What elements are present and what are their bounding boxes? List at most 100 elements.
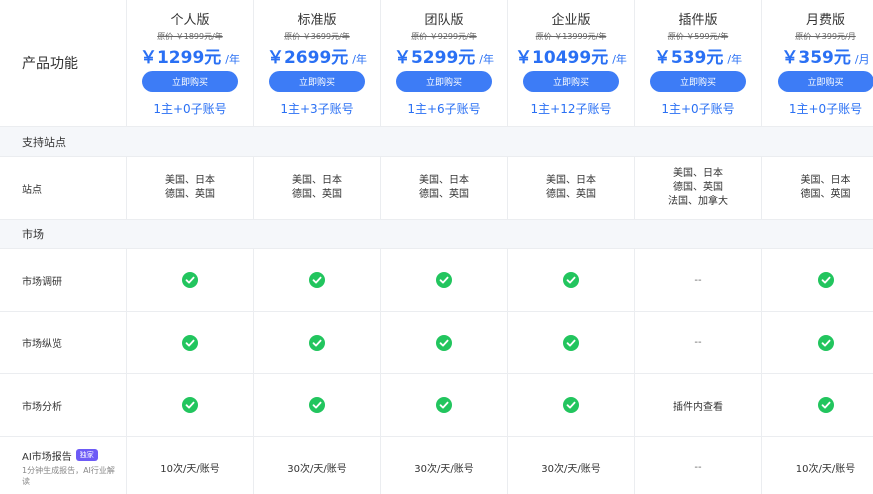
check-icon bbox=[563, 397, 579, 413]
buy-now-button[interactable]: 立即购买 bbox=[142, 71, 238, 92]
pricing-table: 产品功能 个人版 原价 ￥1899元/年 ￥1299元/年 立即购买 1主+0子… bbox=[0, 0, 873, 494]
price-period: /年 bbox=[727, 53, 743, 66]
plan-name: 标准版 bbox=[297, 13, 337, 28]
plan-price: ￥5299元 bbox=[393, 48, 476, 68]
row-description: 1分钟生成报告，AI行业解读 bbox=[22, 465, 115, 486]
row-label-cell: 市场纵览 bbox=[0, 312, 127, 373]
exclusive-badge: 独家 bbox=[75, 449, 98, 461]
price-period: /年 bbox=[612, 53, 627, 66]
original-price: 原价 ￥13999元/年 bbox=[535, 32, 607, 41]
plan-card-plugin: 插件版 原价 ￥599元/年 ￥539元/年 立即购买 1主+0子账号 bbox=[635, 0, 762, 126]
site-line: 美国、日本 bbox=[673, 168, 723, 179]
plan-card-enterprise: 企业版 原价 ￥13999元/年 ￥10499元/年 立即购买 1主+12子账号 bbox=[508, 0, 635, 126]
check-icon bbox=[436, 272, 452, 288]
buy-now-button[interactable]: 立即购买 bbox=[396, 71, 492, 92]
buy-now-button[interactable]: 立即购买 bbox=[269, 71, 365, 92]
value-cell bbox=[127, 249, 254, 311]
value-cell: 30次/天/账号 bbox=[381, 437, 508, 494]
check-icon bbox=[563, 272, 579, 288]
price-period: /年 bbox=[479, 53, 495, 66]
site-line: 法国、加拿大 bbox=[668, 196, 728, 207]
value-cell bbox=[508, 374, 635, 436]
check-icon bbox=[182, 397, 198, 413]
value-cell bbox=[127, 312, 254, 373]
row-label: 市场分析 bbox=[22, 401, 62, 413]
value-cell bbox=[762, 374, 873, 436]
site-line: 德国、英国 bbox=[419, 189, 469, 200]
row-label-cell: 市场分析 bbox=[0, 374, 127, 436]
price-period: /月 bbox=[854, 53, 870, 66]
plan-price: ￥359元 bbox=[781, 48, 851, 68]
value-cell bbox=[381, 312, 508, 373]
original-price: 原价 ￥3699元/年 bbox=[284, 32, 350, 41]
feature-header-cell: 产品功能 bbox=[0, 0, 127, 126]
account-quota: 1主+0子账号 bbox=[788, 102, 863, 116]
site-line: 德国、英国 bbox=[292, 189, 342, 200]
check-icon bbox=[309, 334, 325, 351]
feature-column-title: 产品功能 bbox=[22, 56, 78, 72]
row-label: 市场调研 bbox=[22, 276, 62, 288]
plan-price: ￥2699元 bbox=[266, 48, 349, 68]
plan-card-monthly: 月费版 原价 ￥399元/月 ￥359元/月 立即购买 1主+0子账号 bbox=[762, 0, 873, 126]
site-line: 德国、英国 bbox=[800, 189, 851, 200]
plan-card-standard: 标准版 原价 ￥3699元/年 ￥2699元/年 立即购买 1主+3子账号 bbox=[254, 0, 381, 126]
site-line: 德国、英国 bbox=[673, 182, 723, 193]
value-cell: 30次/天/账号 bbox=[508, 437, 635, 494]
check-icon bbox=[182, 272, 198, 288]
plan-price: ￥539元 bbox=[653, 48, 724, 68]
buy-now-button[interactable]: 立即购买 bbox=[650, 71, 746, 92]
site-line: 美国、日本 bbox=[165, 175, 215, 186]
plan-header-row: 产品功能 个人版 原价 ￥1899元/年 ￥1299元/年 立即购买 1主+0子… bbox=[0, 0, 873, 127]
value-cell bbox=[254, 312, 381, 373]
check-icon bbox=[309, 397, 325, 413]
plan-name: 插件版 bbox=[678, 13, 718, 28]
value-cell: 30次/天/账号 bbox=[254, 437, 381, 494]
plan-price: ￥1299元 bbox=[139, 48, 222, 68]
value-text: 10次/天/账号 bbox=[795, 463, 856, 475]
value-cell: 插件内查看 bbox=[635, 374, 762, 436]
plan-name: 个人版 bbox=[170, 13, 210, 28]
value-cell: 10次/天/账号 bbox=[127, 437, 254, 494]
not-available-text: -- bbox=[694, 274, 702, 286]
site-line: 美国、日本 bbox=[800, 175, 851, 186]
value-cell bbox=[762, 249, 873, 311]
site-cell: 美国、日本 德国、英国 bbox=[254, 157, 381, 219]
value-cell: 10次/天/账号 bbox=[762, 437, 873, 494]
account-quota: 1主+6子账号 bbox=[407, 102, 481, 116]
row-label: 站点 bbox=[22, 184, 42, 196]
table-row-research: 市场调研 -- bbox=[0, 249, 873, 312]
site-cell: 美国、日本 德国、英国 bbox=[381, 157, 508, 219]
table-row-analysis: 市场分析 插件内查看 bbox=[0, 374, 873, 437]
value-text: 10次/天/账号 bbox=[160, 463, 220, 475]
row-label-cell: 站点 bbox=[0, 157, 127, 219]
value-cell bbox=[508, 312, 635, 373]
check-icon bbox=[817, 272, 834, 288]
account-quota: 1主+3子账号 bbox=[280, 102, 354, 116]
account-quota: 1主+0子账号 bbox=[153, 102, 227, 116]
plan-name: 月费版 bbox=[805, 13, 845, 28]
price-period: /年 bbox=[352, 53, 368, 66]
site-cell: 美国、日本德国、英国 bbox=[762, 157, 873, 219]
check-icon bbox=[309, 272, 325, 288]
buy-now-button[interactable]: 立即购买 bbox=[523, 71, 619, 92]
section-title-sites: 支持站点 bbox=[0, 127, 127, 156]
price-period: /年 bbox=[225, 53, 241, 66]
value-cell: -- bbox=[635, 249, 762, 311]
value-text: 插件内查看 bbox=[673, 401, 723, 413]
original-price: 原价 ￥9299元/年 bbox=[411, 32, 477, 41]
section-fill bbox=[127, 127, 873, 156]
section-row-market: 市场 bbox=[0, 220, 873, 249]
account-quota: 1主+12子账号 bbox=[530, 102, 612, 116]
original-price: 原价 ￥599元/年 bbox=[667, 32, 729, 41]
plan-card-team: 团队版 原价 ￥9299元/年 ￥5299元/年 立即购买 1主+6子账号 bbox=[381, 0, 508, 126]
account-quota: 1主+0子账号 bbox=[661, 102, 735, 116]
not-available-text: -- bbox=[694, 461, 702, 473]
site-line: 德国、英国 bbox=[546, 189, 596, 200]
row-label-cell: AI市场报告 独家 1分钟生成报告，AI行业解读 bbox=[0, 437, 127, 494]
buy-now-button[interactable]: 立即购买 bbox=[777, 71, 873, 92]
not-available-text: -- bbox=[694, 337, 702, 348]
value-text: 30次/天/账号 bbox=[541, 463, 601, 475]
value-text: 30次/天/账号 bbox=[287, 463, 347, 475]
row-label: AI市场报告 bbox=[22, 451, 72, 463]
value-text: 30次/天/账号 bbox=[414, 463, 474, 475]
